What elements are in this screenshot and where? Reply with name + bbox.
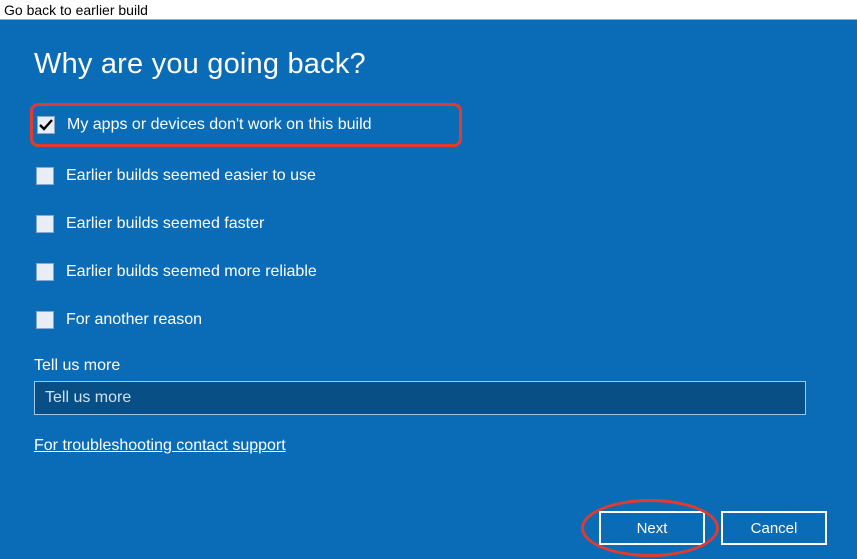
troubleshooting-link[interactable]: For troubleshooting contact support bbox=[34, 437, 286, 455]
dialog-window: Go back to earlier build Why are you goi… bbox=[0, 0, 857, 559]
checkbox-icon[interactable] bbox=[36, 263, 54, 281]
dialog-content: Why are you going back? My apps or devic… bbox=[0, 20, 857, 559]
option-label: Earlier builds seemed faster bbox=[66, 215, 264, 233]
option-label: Earlier builds seemed more reliable bbox=[66, 263, 317, 281]
checkbox-icon[interactable] bbox=[36, 215, 54, 233]
checkbox-icon[interactable] bbox=[36, 311, 54, 329]
option-another-reason[interactable]: For another reason bbox=[34, 305, 823, 335]
option-easier[interactable]: Earlier builds seemed easier to use bbox=[34, 161, 823, 191]
checkbox-icon[interactable] bbox=[36, 167, 54, 185]
option-label: For another reason bbox=[66, 311, 202, 329]
option-label: My apps or devices don't work on this bu… bbox=[67, 116, 372, 134]
option-label: Earlier builds seemed easier to use bbox=[66, 167, 316, 185]
tell-us-more-label: Tell us more bbox=[34, 357, 823, 375]
dialog-footer: Next Cancel bbox=[599, 511, 827, 545]
next-button[interactable]: Next bbox=[599, 511, 705, 545]
option-reliable[interactable]: Earlier builds seemed more reliable bbox=[34, 257, 823, 287]
reason-options: My apps or devices don't work on this bu… bbox=[34, 103, 823, 353]
page-heading: Why are you going back? bbox=[34, 48, 823, 81]
option-apps-devices[interactable]: My apps or devices don't work on this bu… bbox=[30, 103, 462, 147]
cancel-button[interactable]: Cancel bbox=[721, 511, 827, 545]
window-title: Go back to earlier build bbox=[4, 2, 148, 18]
window-titlebar: Go back to earlier build bbox=[0, 0, 857, 20]
checkbox-icon[interactable] bbox=[37, 116, 55, 134]
option-faster[interactable]: Earlier builds seemed faster bbox=[34, 209, 823, 239]
tell-us-more-input[interactable] bbox=[34, 381, 806, 415]
